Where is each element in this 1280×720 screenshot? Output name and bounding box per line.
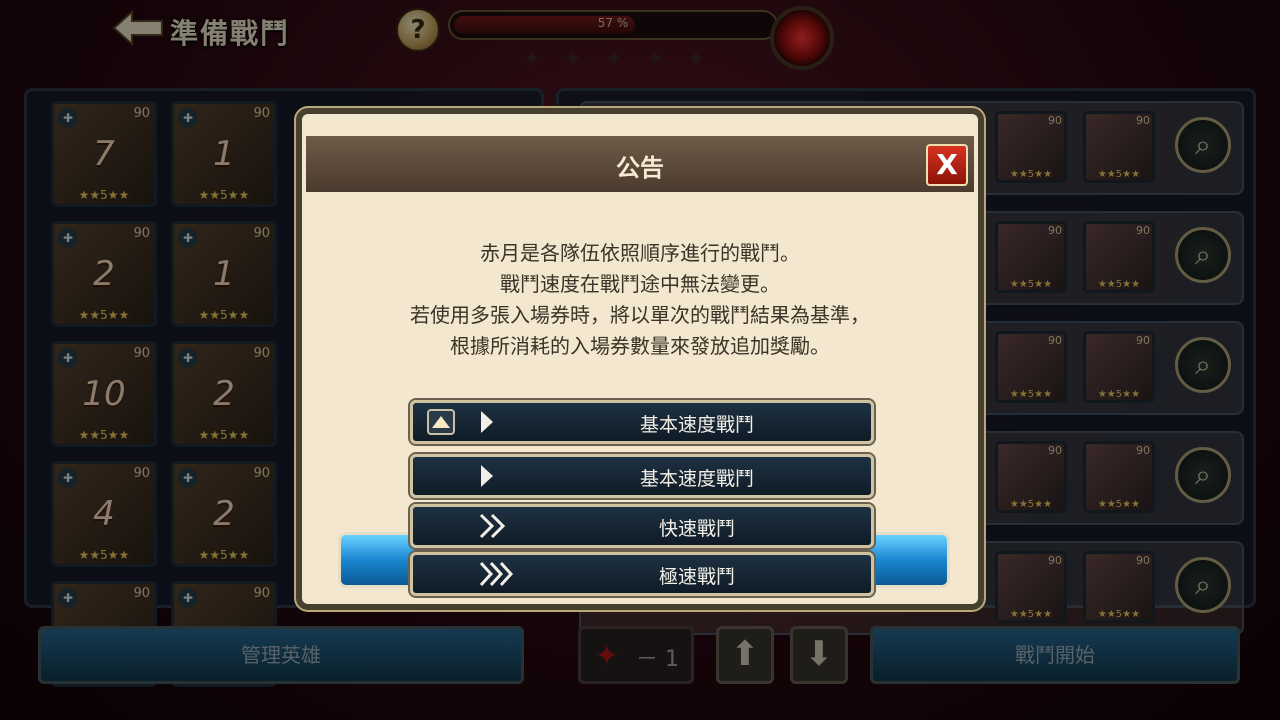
speed-option-fast[interactable]: 快速戰鬥 [410,504,874,548]
speed-option-label: 基本速度戰鬥 [639,468,754,490]
dialog-message: 赤月是各隊伍依照順序進行的戰鬥。 戰鬥速度在戰鬥途中無法變更。 若使用多張入場券… [322,238,958,362]
single-arrow-icon [479,463,495,489]
single-arrow-icon [479,409,495,435]
speed-option-ultra[interactable]: 極速戰鬥 [410,552,874,596]
message-line: 若使用多張入場券時，將以單次的戰鬥結果為基準， [410,303,870,327]
dialog-header: 公告 [306,136,974,192]
close-button[interactable]: X [926,144,968,186]
double-arrow-icon [479,513,509,539]
announcement-dialog: 公告 X 赤月是各隊伍依照順序進行的戰鬥。 戰鬥速度在戰鬥途中無法變更。 若使用… [296,108,984,610]
collapse-triangle-icon [427,409,455,435]
triple-arrow-icon [479,561,519,587]
speed-option-label: 快速戰鬥 [658,518,735,540]
speed-option-label: 基本速度戰鬥 [639,414,754,436]
speed-option-label: 極速戰鬥 [658,566,735,588]
dialog-title: 公告 [616,154,664,182]
message-line: 赤月是各隊伍依照順序進行的戰鬥。 [480,241,800,265]
speed-option-selected[interactable]: 基本速度戰鬥 [410,400,874,444]
message-line: 戰鬥速度在戰鬥途中無法變更。 [500,272,780,296]
speed-option-basic[interactable]: 基本速度戰鬥 [410,454,874,498]
message-line: 根據所消耗的入場券數量來發放追加獎勵。 [450,334,830,358]
